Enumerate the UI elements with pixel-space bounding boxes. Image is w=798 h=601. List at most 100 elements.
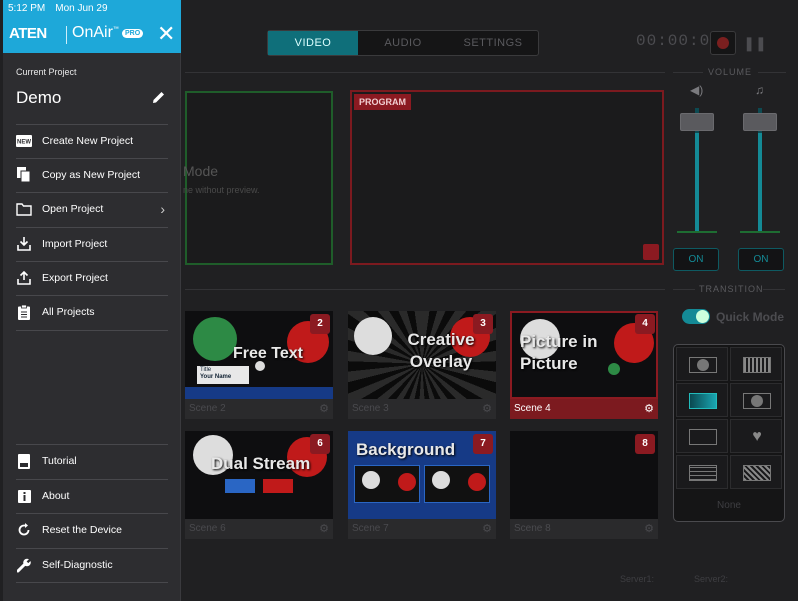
pencil-icon[interactable] (152, 90, 166, 104)
tab-video[interactable]: VIDEO (268, 31, 358, 55)
tab-audio[interactable]: AUDIO (358, 31, 448, 55)
scene-number: 7 (473, 434, 493, 454)
headphone-volume-slider[interactable] (740, 103, 780, 233)
transition-circle[interactable] (730, 383, 782, 417)
transition-fade[interactable] (676, 383, 728, 417)
pause-button[interactable]: ❚❚ (742, 31, 768, 55)
drawer-header: ATEN OnAir™ PRO ✕ (3, 18, 181, 53)
transition-heart[interactable]: ♥ (730, 419, 782, 453)
headphone-on-button[interactable]: ON (738, 248, 784, 271)
transition-cut[interactable] (676, 347, 728, 381)
close-icon[interactable]: ✕ (157, 21, 175, 47)
menu-label: Open Project (42, 203, 104, 215)
gear-icon[interactable]: ⚙ (644, 399, 654, 419)
divider (673, 72, 703, 73)
scene-number: 6 (310, 434, 330, 454)
gear-icon[interactable]: ⚙ (482, 519, 492, 539)
record-button[interactable] (710, 31, 736, 55)
import-icon (16, 236, 32, 252)
current-project-label: Current Project (16, 67, 77, 77)
divider (673, 289, 695, 290)
divider (16, 330, 168, 331)
current-project-name: Demo (16, 88, 62, 107)
title-overlay: Title Your Name (197, 366, 249, 384)
menu-self-diagnostic[interactable]: Self-Diagnostic (16, 549, 168, 581)
scene-card-4[interactable]: Picture in Picture 4 Scene 4 ⚙ (510, 311, 658, 419)
folder-icon (16, 201, 32, 217)
scene-card-8[interactable]: 8 Scene 8 ⚙ (510, 431, 658, 539)
menu-about[interactable]: About (16, 480, 168, 512)
book-icon (16, 453, 32, 469)
menu-all-projects[interactable]: All Projects (16, 296, 168, 328)
scene-name: Scene 4 (514, 403, 551, 414)
new-icon: NEW (16, 133, 32, 149)
record-timer: 00:00:00 (636, 32, 721, 50)
menu-import-project[interactable]: Import Project (16, 228, 168, 260)
scene-card-2[interactable]: Free Text Title Your Name 2 Scene 2 ⚙ (185, 311, 333, 419)
speaker-on-button[interactable]: ON (673, 248, 719, 271)
menu-label: Self-Diagnostic (42, 559, 113, 571)
menu-tutorial[interactable]: Tutorial (16, 445, 168, 477)
transition-bars[interactable] (730, 347, 782, 381)
scene-name: Scene 8 (514, 523, 551, 534)
menu-label: Import Project (42, 238, 108, 250)
divider (763, 289, 785, 290)
gear-icon[interactable]: ⚙ (644, 519, 654, 539)
side-drawer: 5:12 PM Mon Jun 29 ATEN OnAir™ PRO ✕ Curr… (3, 0, 181, 601)
scene-footer: Scene 2 ⚙ (185, 399, 333, 419)
menu-label: All Projects (42, 306, 95, 318)
logo-divider (66, 26, 67, 44)
facebook-icon (225, 479, 255, 493)
scene-footer: Scene 8 ⚙ (510, 519, 658, 539)
menu-copy-as-new-project[interactable]: Copy as New Project (16, 159, 168, 191)
copy-icon (16, 167, 32, 183)
scene-footer: Scene 7 ⚙ (348, 519, 496, 539)
menu-create-new-project[interactable]: NEW Create New Project (16, 125, 168, 157)
scene-card-7[interactable]: Background 7 Scene 7 ⚙ (348, 431, 496, 539)
slider-handle[interactable] (680, 113, 714, 131)
onair-logo: OnAir™ (72, 24, 119, 41)
menu-reset-device[interactable]: Reset the Device (16, 514, 168, 546)
preview-window[interactable]: Mode ne without preview. (183, 91, 333, 265)
reset-icon (16, 522, 32, 538)
quick-mode-toggle[interactable] (682, 309, 710, 324)
transition-none[interactable]: None (676, 493, 782, 519)
transition-dissolve[interactable] (730, 455, 782, 489)
speaker-volume-slider[interactable] (677, 103, 717, 233)
scene-card-6[interactable]: Dual Stream 6 Scene 6 ⚙ (185, 431, 333, 539)
status-time: 5:12 PM (8, 3, 46, 14)
status-date: Mon Jun 29 (55, 3, 108, 14)
menu-open-project[interactable]: Open Project › (16, 193, 168, 225)
gear-icon[interactable]: ⚙ (319, 399, 329, 419)
transition-panel: ♥ None (673, 344, 785, 522)
app-root: VIDEO AUDIO SETTINGS 00:00:00 ❚❚ VOLUME … (0, 0, 798, 601)
program-window[interactable]: PROGRAM (350, 90, 664, 265)
scene-title: Background (356, 440, 456, 459)
transition-grid[interactable] (676, 455, 728, 489)
headphone-icon: ♫ (755, 83, 764, 97)
divider (16, 582, 168, 583)
transition-label: TRANSITION (699, 284, 764, 294)
scene-title: Free Text (233, 345, 303, 362)
menu-export-project[interactable]: Export Project (16, 262, 168, 294)
fullscreen-icon[interactable] (643, 244, 659, 260)
scene-title: Dual Stream (211, 454, 311, 473)
preview-mode-text: Mode (183, 163, 219, 179)
scene-card-3[interactable]: Creative Overlay 3 Scene 3 ⚙ (348, 311, 496, 419)
youtube-icon (263, 479, 293, 493)
preview-sub-text: ne without preview. (183, 185, 260, 195)
gear-icon[interactable]: ⚙ (319, 519, 329, 539)
scene-number: 4 (635, 314, 655, 334)
svg-text:NEW: NEW (17, 140, 31, 146)
scene-number: 8 (635, 434, 655, 454)
scene-name: Scene 2 (189, 403, 226, 414)
menu-label: About (42, 490, 70, 502)
tab-settings[interactable]: SETTINGS (448, 31, 538, 55)
gear-icon[interactable]: ⚙ (482, 399, 492, 419)
scene-name: Scene 7 (352, 523, 389, 534)
scene-name: Scene 3 (352, 403, 389, 414)
menu-label: Reset the Device (42, 524, 122, 536)
slider-handle[interactable] (743, 113, 777, 131)
transition-box[interactable] (676, 419, 728, 453)
chevron-right-icon: › (160, 201, 165, 217)
